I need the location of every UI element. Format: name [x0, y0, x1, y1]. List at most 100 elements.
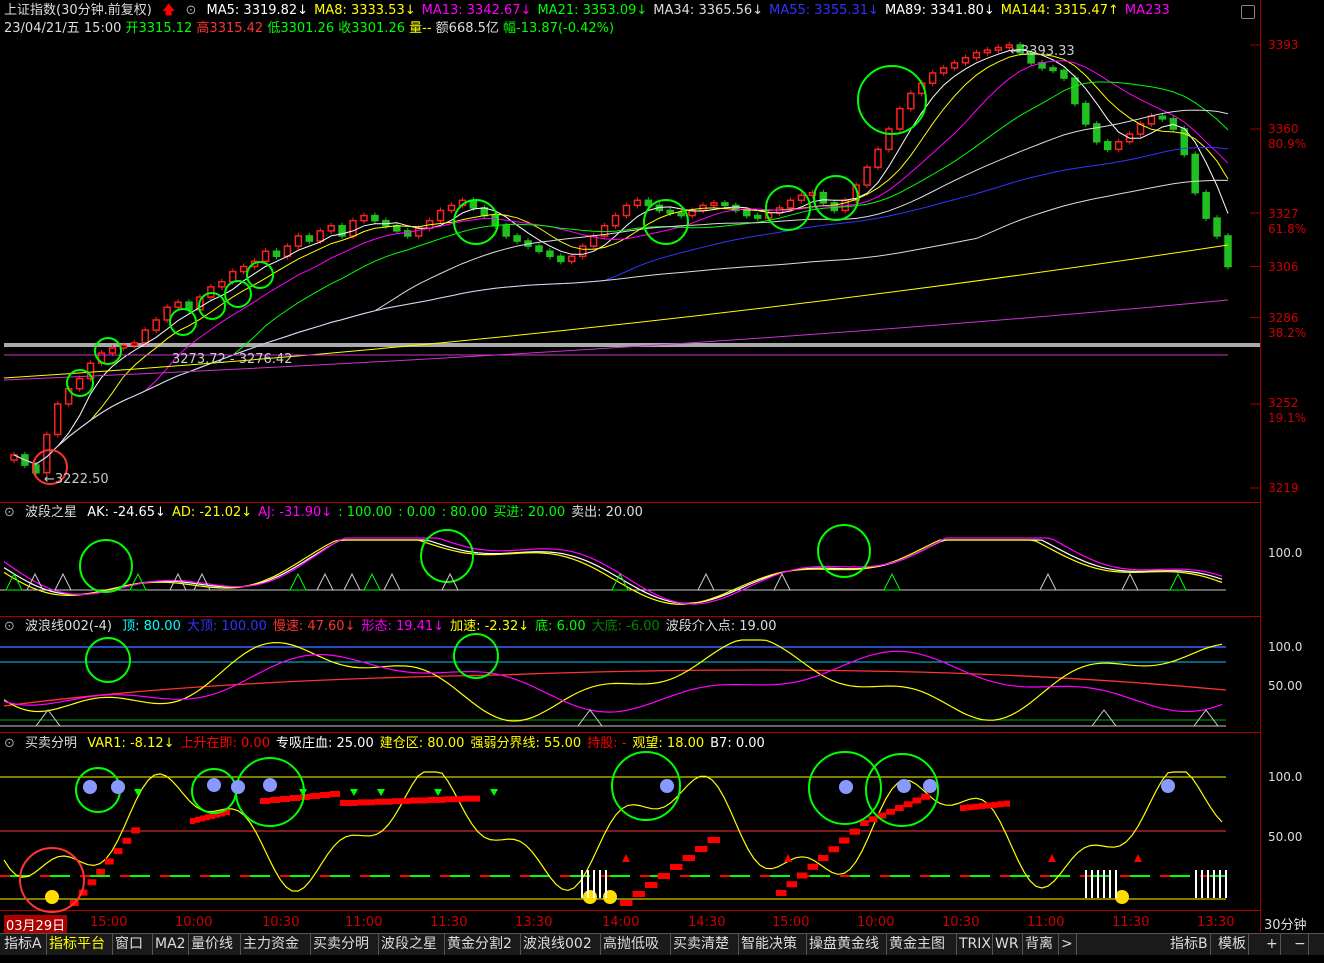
ma-line — [13, 81, 1229, 465]
tab-6[interactable]: 买卖分明 — [311, 934, 379, 955]
tab-5[interactable]: 主力资金 — [241, 934, 311, 955]
panel2-axis-label: 50.00 — [1268, 679, 1303, 693]
quote-low: 低3301.26 — [267, 21, 335, 36]
main-chart[interactable] — [0, 0, 1260, 932]
status-strip — [0, 955, 1324, 963]
candle-body — [371, 214, 379, 222]
candle-body — [939, 67, 948, 74]
signal-circle — [420, 529, 474, 583]
time-tick-label: 11:30 — [1112, 915, 1150, 930]
hold-block — [190, 818, 195, 824]
tab-16[interactable]: WR — [993, 934, 1023, 955]
candle-body — [972, 51, 981, 59]
right-tab-0[interactable]: 指标B — [1168, 934, 1211, 955]
candle-body — [885, 128, 893, 151]
down-triangle-icon — [434, 789, 442, 796]
time-tick-label: 10:30 — [942, 915, 980, 930]
right-tab-2[interactable]: + — [1264, 934, 1281, 955]
candle-body — [1158, 115, 1167, 120]
time-tick-label: 15:00 — [772, 915, 810, 930]
sad-face-icon — [923, 779, 937, 793]
hold-block — [410, 797, 428, 804]
candle-body — [502, 225, 510, 237]
tab-7[interactable]: 波段之星 — [379, 934, 445, 955]
candle-body — [568, 255, 576, 263]
candle-body — [1093, 123, 1101, 143]
candle-body — [327, 225, 335, 232]
ma-line — [13, 109, 1229, 465]
tab-11[interactable]: 买卖清楚 — [671, 934, 739, 955]
panel1-title[interactable]: 波段之星 — [25, 505, 77, 520]
tab-4[interactable]: 量价线 — [189, 934, 241, 955]
tab-12[interactable]: 智能决策 — [739, 934, 807, 955]
tab-14[interactable]: 黄金主图 — [887, 934, 957, 955]
ma-legend-item: MA21: 3353.09↓ — [537, 3, 648, 18]
candle-body — [1049, 67, 1057, 72]
hold-block — [657, 873, 670, 879]
signal-circle — [857, 65, 927, 135]
candle-body — [622, 204, 631, 217]
panel3-legend-item: 建仓区: 80.00 — [379, 736, 465, 751]
panel2-legend-item: 顶: 80.00 — [122, 619, 181, 634]
tab-18[interactable]: > — [1059, 934, 1077, 955]
panel2-title[interactable]: 波浪线002(-4) — [25, 619, 112, 634]
tab-13[interactable]: 操盘黄金线 — [807, 934, 887, 955]
candle-body — [950, 62, 959, 69]
triangle-marker — [883, 572, 901, 591]
triangle-marker — [54, 572, 72, 591]
tab-2[interactable]: 窗口 — [113, 934, 153, 955]
candle-body — [644, 199, 653, 207]
hold-block — [786, 881, 797, 888]
tab-1[interactable]: 指标平台 — [47, 934, 113, 955]
panel1-legend-item: : 0.00 — [398, 505, 436, 520]
hold-block — [260, 798, 270, 804]
triangle-marker — [773, 572, 791, 591]
candle-body — [928, 72, 937, 84]
hold-block — [113, 848, 123, 855]
tab-8[interactable]: 黄金分割2 — [445, 934, 521, 955]
hold-block — [375, 798, 393, 805]
hold-block — [620, 900, 633, 906]
tab-10[interactable]: 高抛低吸 — [601, 934, 671, 955]
panel1-legend-item: AK: -24.65↓ — [87, 505, 166, 520]
panel1-legend-item: 买进: 20.00 — [493, 505, 566, 520]
ma-legend-item: MA34: 3365.56↓ — [653, 3, 764, 18]
price-label: 3219 — [1268, 481, 1299, 495]
candle-body — [1082, 102, 1090, 125]
triangle-marker — [35, 709, 61, 727]
collapse-icon[interactable]: ⊙ — [4, 505, 15, 520]
panel3-title[interactable]: 买卖分明 — [25, 736, 77, 751]
candle-body — [1147, 115, 1156, 125]
quote-change: 幅-13.87(-0.42%) — [503, 21, 615, 36]
candle-body — [994, 46, 1003, 51]
collapse-icon[interactable]: ⊙ — [4, 736, 15, 751]
tab-17[interactable]: 背离 — [1023, 934, 1059, 955]
hold-block — [978, 803, 985, 810]
hold-block — [290, 795, 300, 801]
indicator-line — [3, 539, 1223, 605]
right-tab-1[interactable]: 模板 — [1216, 934, 1249, 955]
tab-0[interactable]: 指标A — [2, 934, 47, 955]
up-triangle-icon — [1048, 854, 1056, 862]
tab-3[interactable]: MA2 — [153, 934, 189, 955]
tab-15[interactable]: TRIX — [957, 934, 993, 955]
right-tab-3[interactable]: − — [1292, 934, 1309, 955]
window-toggle-icon[interactable] — [1241, 5, 1255, 19]
panel2-legend-item: 大底: -6.00 — [591, 619, 660, 634]
collapse-icon[interactable]: ⊙ — [185, 3, 196, 18]
signal-circle — [94, 337, 122, 365]
triangle-marker — [343, 572, 361, 591]
collapse-icon[interactable]: ⊙ — [4, 619, 15, 634]
symbol-title[interactable]: 上证指数(30分钟.前复权) — [4, 3, 152, 18]
down-triangle-icon — [490, 789, 498, 796]
triangle-marker — [577, 709, 603, 727]
candle-body — [152, 319, 160, 331]
hold-block — [340, 800, 358, 806]
period-label[interactable]: 30分钟 — [1264, 914, 1307, 933]
price-label: 3286 — [1268, 311, 1299, 325]
hold-block — [972, 803, 979, 810]
indicator-line — [3, 650, 1223, 713]
price-label: 3252 — [1268, 396, 1299, 410]
tab-9[interactable]: 波浪线002 — [521, 934, 601, 955]
panel2-legend-item: 加速: -2.32↓ — [450, 619, 530, 634]
